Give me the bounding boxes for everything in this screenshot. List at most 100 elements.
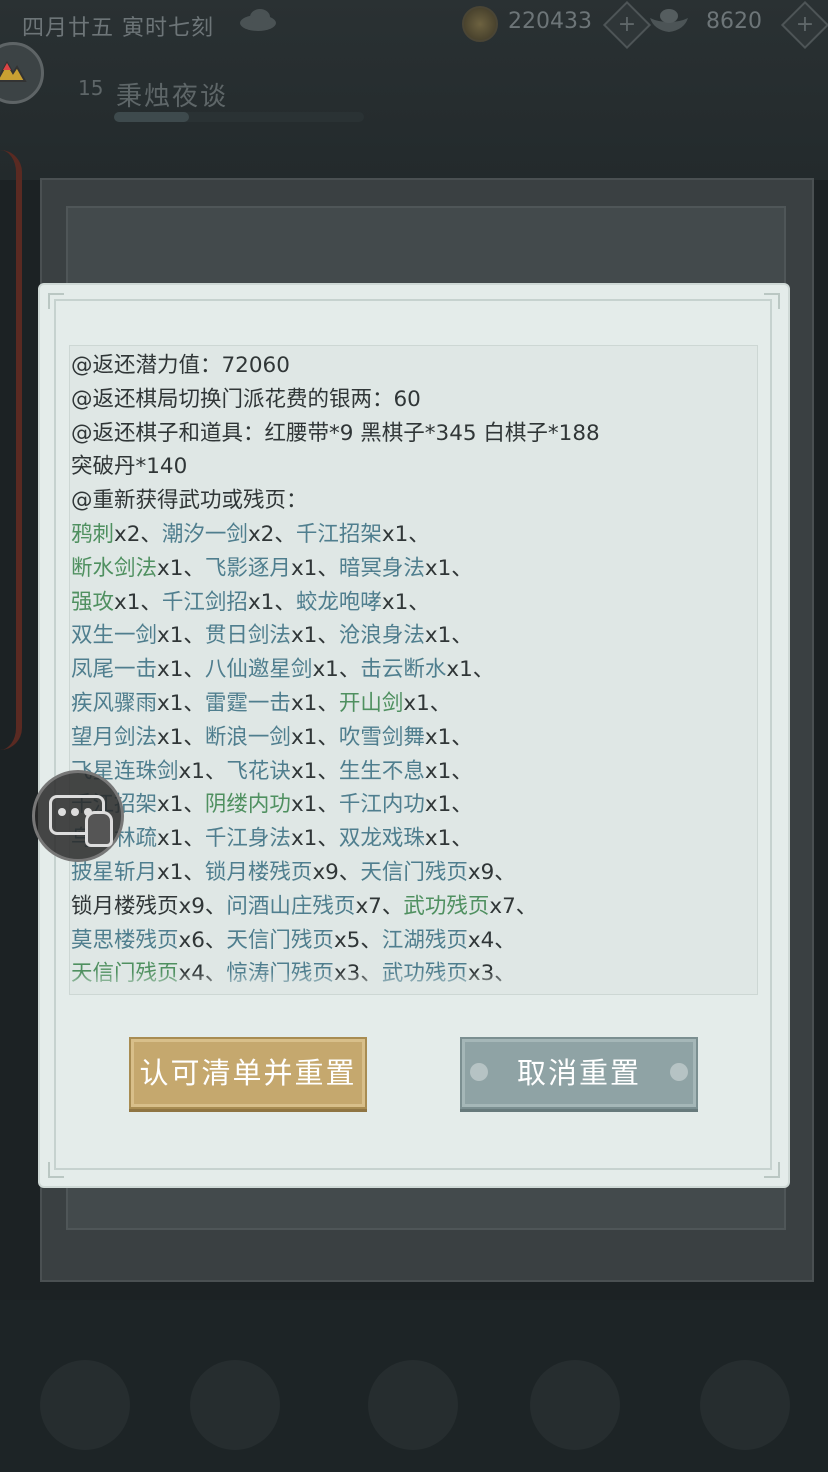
- skill-name: 问酒山庄残页: [226, 893, 356, 919]
- cloud-icon: [240, 9, 276, 31]
- frame-corner: [764, 293, 780, 309]
- skill-name: 双生一剑: [71, 623, 158, 649]
- refund-text: x2、: [114, 521, 162, 547]
- refund-text: @返还棋局切换门派花费的银两：60: [71, 386, 421, 412]
- refund-list-line: @返还潜力值：72060: [70, 349, 757, 383]
- refund-text: x1、: [424, 792, 473, 818]
- refund-text: x1、: [157, 859, 205, 885]
- add-ingots-button[interactable]: +: [780, 0, 828, 50]
- refund-list-line: 鸦刺x2、潮汐一剑x2、千江招架x1、: [70, 518, 757, 552]
- refund-text: x1、: [403, 690, 452, 716]
- confirm-reset-button[interactable]: 认可清单并重置: [129, 1037, 367, 1109]
- refund-list-line: 断水剑法x1、飞影逐月x1、暗冥身法x1、: [70, 552, 757, 586]
- skill-name: 千江招架: [295, 521, 382, 547]
- refund-text: @重新获得武功或残页：: [71, 488, 308, 514]
- nav-item-2[interactable]: [190, 1360, 280, 1450]
- refund-list-line: @返还棋局切换门派花费的银两：60: [70, 383, 757, 417]
- refund-text: x1、: [157, 826, 205, 852]
- refund-text: x9、: [312, 859, 361, 885]
- refund-list-line: 双生一剑x1、贯日剑法x1、沧浪身法x1、: [70, 619, 757, 653]
- ingot-count: 8620: [706, 9, 762, 34]
- skill-name: 雷霆一击: [204, 690, 291, 716]
- flower-ornament-icon: [470, 1063, 488, 1081]
- refund-text: x1、: [424, 623, 473, 649]
- chat-bubble-button[interactable]: [32, 770, 124, 862]
- refund-text: x1、: [424, 724, 473, 750]
- refund-text: x1、: [381, 521, 430, 547]
- refund-text: 锁月楼残页: [71, 893, 179, 919]
- skill-name: 望月剑法: [71, 724, 158, 750]
- nav-item-4[interactable]: [530, 1360, 620, 1450]
- list-fade: [70, 972, 757, 994]
- skill-name: 八仙邀星剑: [204, 657, 313, 683]
- skill-name: 断浪一剑: [204, 724, 291, 750]
- refund-text: x1、: [157, 657, 205, 683]
- skill-name: 疾风骤雨: [71, 690, 158, 716]
- add-coins-button[interactable]: +: [602, 0, 652, 50]
- skill-name: 开山剑: [338, 690, 404, 716]
- skill-name: 强攻: [71, 589, 115, 615]
- coin-count: 220433: [508, 9, 592, 34]
- skill-name: 断水剑法: [71, 555, 158, 581]
- skill-name: 莫思楼残页: [71, 927, 179, 953]
- frame-corner: [48, 293, 64, 309]
- skill-name: 击云断水: [360, 657, 447, 683]
- skill-name: 千江身法: [204, 826, 291, 852]
- skill-name: 千江内功: [338, 792, 425, 818]
- refund-list-line: 鸟木林疏x1、千江身法x1、双龙戏珠x1、: [70, 822, 757, 856]
- refund-list-line: @返还棋子和道具：红腰带*9 黑棋子*345 白棋子*188: [70, 417, 757, 451]
- refund-text: x6、: [178, 927, 227, 953]
- refund-text: x1、: [290, 758, 339, 784]
- skill-name: 吹雪剑舞: [338, 724, 425, 750]
- plus-icon: +: [617, 12, 637, 37]
- refund-list-line: 锁月楼残页x9、问酒山庄残页x7、武功残页x7、: [70, 890, 757, 924]
- refund-list-line: 莫思楼残页x6、天信门残页x5、江湖残页x4、: [70, 924, 757, 958]
- refund-list-scrollview[interactable]: @返还潜力值：72060 @返还棋局切换门派花费的银两：60 @返还棋子和道具：红腰…: [69, 345, 758, 995]
- skill-name: 沧浪身法: [338, 623, 425, 649]
- refund-text: x1、: [290, 623, 339, 649]
- refund-text: x9、: [178, 893, 227, 919]
- cancel-reset-label: 取消重置: [516, 1056, 641, 1090]
- refund-list-line: 披星斩月x1、锁月楼残页x9、天信门残页x9、: [70, 856, 757, 890]
- refund-list: @返还潜力值：72060 @返还棋局切换门派花费的银两：60 @返还棋子和道具：红腰…: [70, 349, 757, 994]
- game-date-time: 四月廿五 寅时七刻: [22, 16, 214, 41]
- nav-item-5[interactable]: [700, 1360, 790, 1450]
- confirm-reset-label: 认可清单并重置: [139, 1056, 357, 1090]
- refund-text: x2、: [247, 521, 296, 547]
- refund-text: @返还潜力值：72060: [71, 353, 290, 378]
- refund-text: x1、: [381, 589, 430, 615]
- refund-list-line: 千江招架x1、阴缕内功x1、千江内功x1、: [70, 788, 757, 822]
- refund-text: x4、: [467, 927, 516, 953]
- refund-text: x1、: [446, 657, 495, 683]
- plus-icon: +: [795, 12, 815, 37]
- refund-list-line: 突破丹*140: [70, 450, 757, 484]
- refund-text: x5、: [333, 927, 382, 953]
- nav-item-3[interactable]: [368, 1360, 458, 1450]
- refund-list-line: 凤尾一击x1、八仙邀星剑x1、击云断水x1、: [70, 653, 757, 687]
- skill-name: 生生不息: [338, 758, 425, 784]
- refund-text: @返还棋子和道具：红腰带*9 黑棋子*345 白棋子*188: [71, 420, 600, 446]
- frame-corner: [764, 1162, 780, 1178]
- nav-jianghu[interactable]: [40, 1360, 130, 1450]
- cancel-reset-button[interactable]: 取消重置: [460, 1037, 698, 1109]
- skill-name: 双龙戏珠: [338, 826, 425, 852]
- refund-list-line: @重新获得武功或残页：: [70, 484, 757, 518]
- refund-list-line: 飞星连珠剑x1、飞花诀x1、生生不息x1、: [70, 755, 757, 789]
- refund-text: x1、: [114, 589, 162, 615]
- skill-name: 潮汐一剑: [161, 521, 248, 547]
- refund-list-line: 疾风骤雨x1、雷霆一击x1、开山剑x1、: [70, 687, 757, 721]
- refund-text: x1、: [157, 555, 205, 581]
- reset-confirm-dialog: @返还潜力值：72060 @返还棋局切换门派花费的银两：60 @返还棋子和道具：红腰…: [40, 285, 788, 1186]
- refund-list-line: 强攻x1、千江剑招x1、蛟龙咆哮x1、: [70, 586, 757, 620]
- hand-pointer-icon: [85, 811, 113, 847]
- skill-name: 暗冥身法: [338, 555, 425, 581]
- refund-text: x1、: [290, 792, 339, 818]
- ingot-icon: [650, 9, 688, 32]
- refund-text: x1、: [290, 555, 339, 581]
- flower-ornament-icon: [670, 1063, 688, 1081]
- quest-title[interactable]: 秉烛夜谈: [116, 76, 228, 113]
- refund-text: x1、: [424, 555, 473, 581]
- skill-name: 鸦刺: [71, 521, 115, 547]
- skill-name: 贯日剑法: [204, 623, 291, 649]
- quest-progress-bar: [114, 112, 364, 122]
